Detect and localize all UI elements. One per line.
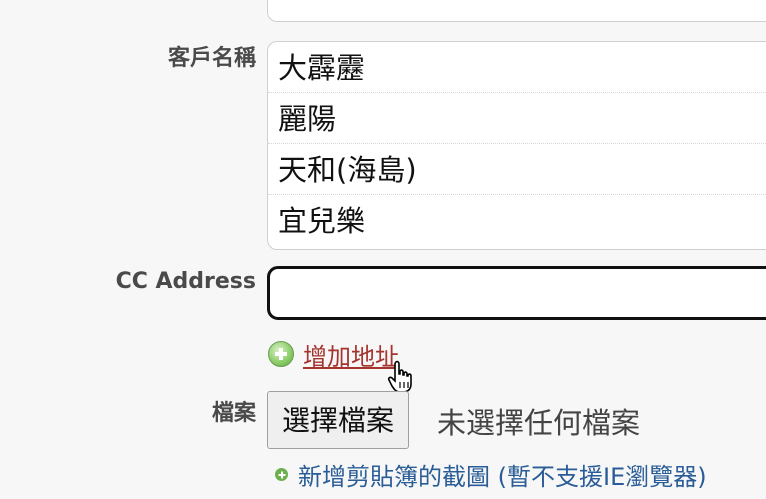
paste-screenshot-link[interactable]: 新增剪貼簿的截圖 (暫不支援IE瀏覽器) [275,457,707,492]
file-label: 檔案 [211,401,256,426]
hand-pointer-icon [387,360,412,393]
no-file-selected-text: 未選擇任何檔案 [437,406,641,440]
add-address-link[interactable]: 增加地址 [268,337,399,372]
customer-option[interactable]: 天和(海島) [268,144,766,195]
customer-option[interactable]: 宜兒樂 [268,195,766,245]
small-plus-icon [275,468,288,481]
previous-field[interactable] [267,0,766,22]
plus-circle-icon [268,341,294,367]
add-address-text[interactable]: 增加地址 [303,337,399,372]
customer-option[interactable]: 麗陽 [268,93,766,144]
choose-file-button[interactable]: 選擇檔案 [267,391,410,449]
paste-screenshot-text[interactable]: 新增剪貼簿的截圖 (暫不支援IE瀏覽器) [298,457,707,492]
cc-address-label: CC Address [115,269,256,294]
customer-option[interactable]: 大霹靂 [268,42,766,93]
customer-list[interactable]: 大霹靂 麗陽 天和(海島) 宜兒樂 [267,41,766,250]
cc-address-input[interactable] [267,266,766,320]
customer-name-label: 客戶名稱 [167,46,256,71]
